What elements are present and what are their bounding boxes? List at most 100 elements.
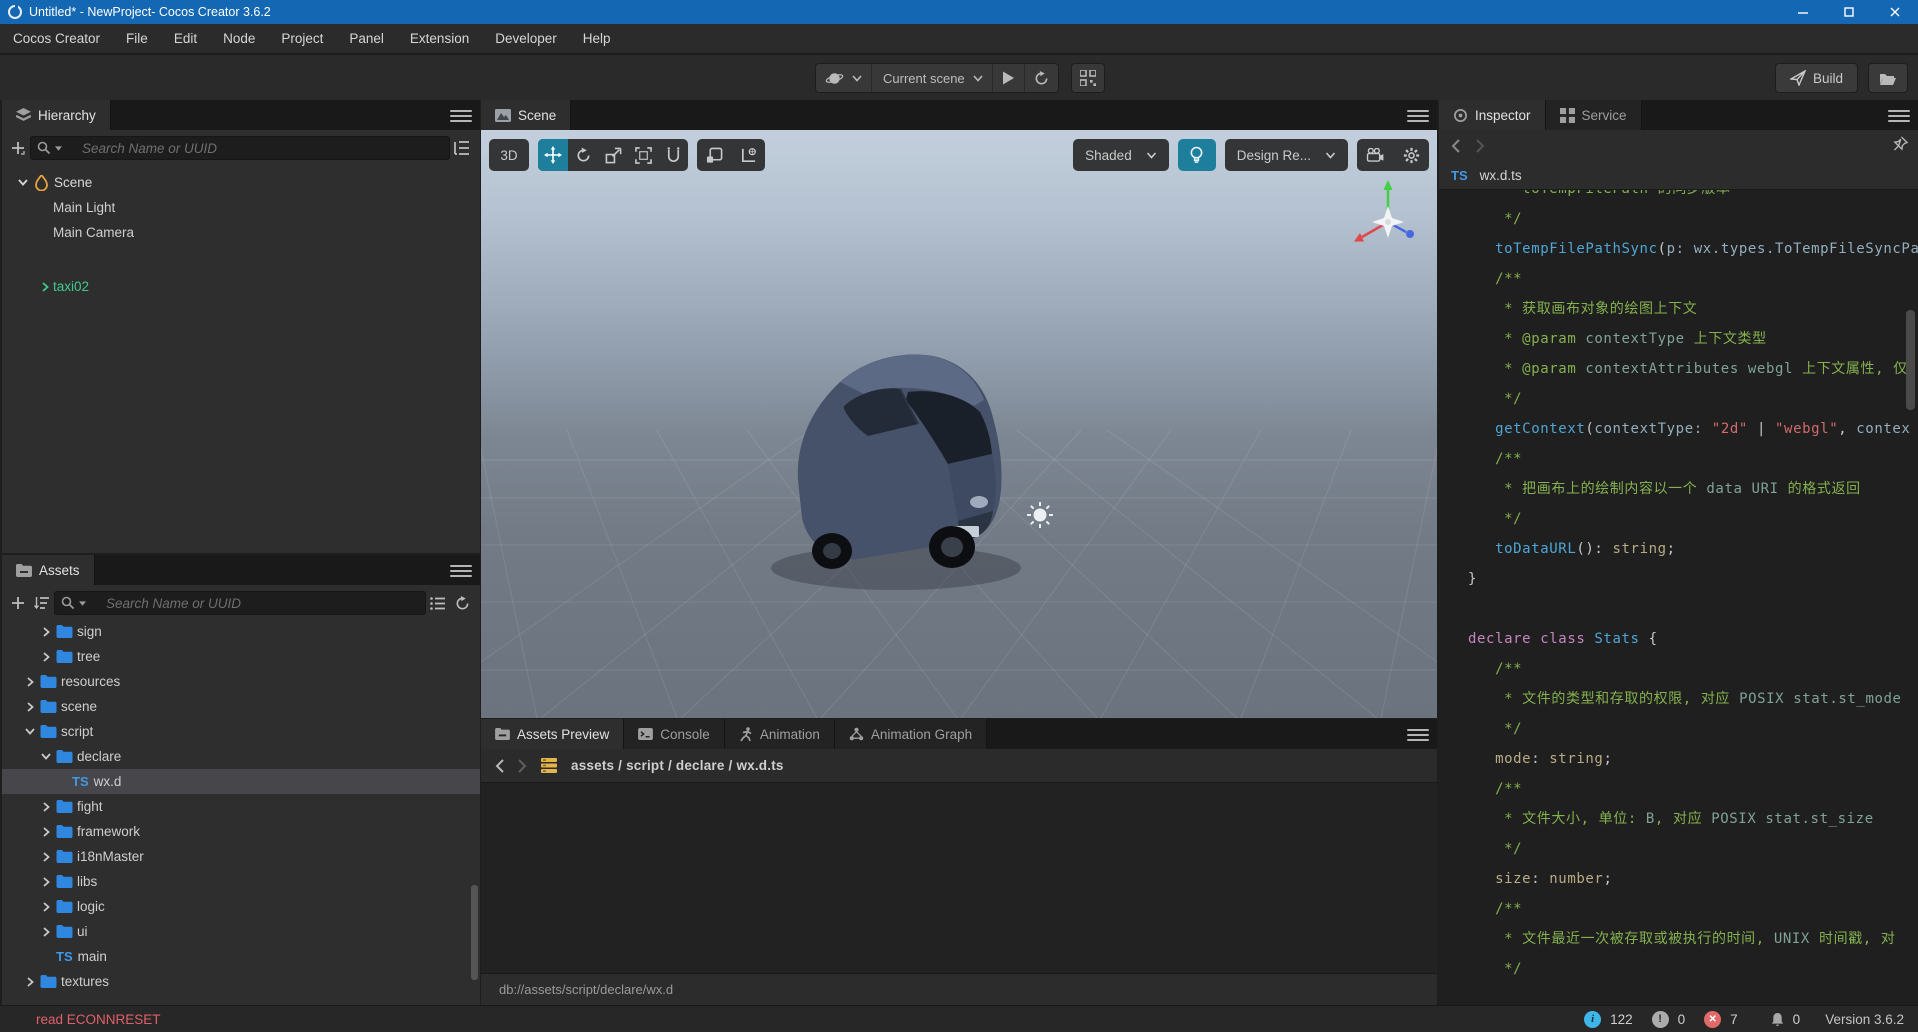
asset-framework[interactable]: framework (2, 819, 480, 844)
asset-libs[interactable]: libs (2, 869, 480, 894)
chevron-right-icon[interactable] (43, 652, 50, 662)
assets-list-view-button[interactable] (426, 597, 450, 610)
refresh-assets-button[interactable] (450, 596, 474, 611)
chevron-down-icon[interactable] (25, 728, 35, 735)
asset-scene[interactable]: scene (2, 694, 480, 719)
assets-scrollbar[interactable] (471, 885, 478, 980)
chevron-right-icon[interactable] (43, 927, 50, 937)
tab-animation[interactable]: Animation (725, 719, 835, 749)
scene-settings-button[interactable] (1393, 139, 1429, 171)
scene-light-toggle-button[interactable] (1178, 139, 1216, 171)
hierarchy-node-taxi02[interactable]: taxi02 (2, 274, 480, 299)
menu-panel[interactable]: Panel (336, 31, 397, 46)
rotate-tool-button[interactable] (568, 139, 598, 171)
chevron-down-icon[interactable] (41, 753, 51, 760)
scene-select[interactable]: Current scene (872, 64, 993, 92)
inspector-forward-button[interactable] (1476, 139, 1485, 153)
chevron-right-icon[interactable] (27, 677, 34, 687)
scene-viewport[interactable]: 3D (481, 130, 1437, 718)
tab-scene[interactable]: Scene (481, 100, 571, 130)
refresh-scene-button[interactable] (1025, 64, 1058, 92)
build-button[interactable]: Build (1775, 63, 1858, 93)
play-button[interactable] (993, 64, 1025, 92)
chevron-right-icon[interactable] (43, 627, 50, 637)
asset-i18nmaster[interactable]: i18nMaster (2, 844, 480, 869)
inspector-menu-button[interactable] (1888, 107, 1910, 123)
hierarchy-menu-button[interactable] (450, 107, 472, 123)
pin-icon[interactable] (1893, 136, 1908, 151)
menu-project[interactable]: Project (268, 31, 336, 46)
chevron-right-icon[interactable] (27, 702, 34, 712)
tab-inspector[interactable]: Inspector (1439, 100, 1546, 130)
chevron-right-icon[interactable] (43, 852, 50, 862)
hierarchy-expand-toggle-button[interactable] (450, 141, 474, 155)
scene-camera-button[interactable] (1357, 139, 1393, 171)
error-icon[interactable]: ✕ (1704, 1011, 1721, 1028)
orientation-gizmo[interactable] (1354, 180, 1414, 242)
light-gizmo[interactable] (1027, 502, 1053, 528)
shading-mode-select[interactable]: Shaded (1073, 139, 1169, 171)
chevron-right-icon[interactable] (27, 977, 34, 987)
minimize-button[interactable] (1780, 0, 1826, 24)
menu-help[interactable]: Help (570, 31, 624, 46)
inspector-back-button[interactable] (1451, 139, 1460, 153)
tab-assets[interactable]: Assets (2, 555, 95, 585)
menu-edit[interactable]: Edit (161, 31, 210, 46)
chevron-right-icon[interactable] (43, 827, 50, 837)
asset-script[interactable]: script (2, 719, 480, 744)
asset-logic[interactable]: logic (2, 894, 480, 919)
menu-file[interactable]: File (113, 31, 161, 46)
hierarchy-node-scene[interactable]: Scene (2, 170, 480, 195)
chevron-right-icon[interactable] (43, 802, 50, 812)
hierarchy-node-main-camera[interactable]: Main Camera (2, 220, 480, 245)
move-tool-button[interactable] (538, 139, 568, 171)
breadcrumb-back-button[interactable] (495, 759, 504, 773)
asset-fight[interactable]: fight (2, 794, 480, 819)
asset-resources[interactable]: resources (2, 669, 480, 694)
chevron-down-icon[interactable] (18, 179, 28, 186)
menu-node[interactable]: Node (210, 31, 268, 46)
tab-console[interactable]: Console (624, 719, 725, 749)
hierarchy-search-input[interactable]: Search Name or UUID (30, 136, 450, 160)
chevron-right-icon[interactable] (43, 902, 50, 912)
assets-menu-button[interactable] (450, 562, 472, 578)
create-asset-button[interactable] (6, 596, 30, 610)
asset-wx.d[interactable]: TSwx.d (2, 769, 480, 794)
menu-developer[interactable]: Developer (482, 31, 570, 46)
bottom-panel-menu-button[interactable] (1407, 726, 1429, 742)
create-node-button[interactable] (6, 141, 30, 155)
car-model-taxi02[interactable] (771, 354, 1021, 590)
asset-declare[interactable]: declare (2, 744, 480, 769)
tab-animation-graph[interactable]: Animation Graph (835, 719, 987, 749)
chevron-right-icon[interactable] (43, 877, 50, 887)
sort-assets-button[interactable] (30, 596, 54, 610)
tab-service[interactable]: Service (1546, 100, 1642, 130)
design-resolution-select[interactable]: Design Re... (1225, 139, 1348, 171)
tab-assets-preview[interactable]: Assets Preview (481, 719, 624, 749)
open-project-folder-button[interactable] (1868, 63, 1908, 93)
hierarchy-node-main-light[interactable]: Main Light (2, 195, 480, 220)
asset-main[interactable]: TSmain (2, 944, 480, 969)
gizmo-tool-button[interactable] (658, 139, 688, 171)
toggle-3d-button[interactable]: 3D (489, 139, 529, 171)
tab-hierarchy[interactable]: Hierarchy (2, 100, 111, 130)
coordinate-toggle-button[interactable] (731, 139, 765, 171)
assets-search-input[interactable]: Search Name or UUID (54, 591, 426, 615)
platform-select[interactable] (816, 64, 872, 92)
asset-sign[interactable]: sign (2, 619, 480, 644)
scale-tool-button[interactable] (598, 139, 628, 171)
close-button[interactable] (1872, 0, 1918, 24)
warning-icon[interactable]: ! (1652, 1011, 1669, 1028)
maximize-button[interactable] (1826, 0, 1872, 24)
asset-ui[interactable]: ui (2, 919, 480, 944)
info-icon[interactable]: i (1584, 1011, 1601, 1028)
bell-icon[interactable] (1771, 1012, 1784, 1027)
code-view[interactable]: toTempFilePath 的同步版本 */ toTempFilePathSy… (1439, 190, 1918, 1005)
breadcrumb-forward-button[interactable] (518, 759, 527, 773)
asset-tree[interactable]: tree (2, 644, 480, 669)
menu-cocos-creator[interactable]: Cocos Creator (0, 31, 113, 46)
preview-qrcode-button[interactable] (1071, 63, 1105, 93)
menu-extension[interactable]: Extension (397, 31, 482, 46)
asset-textures[interactable]: textures (2, 969, 480, 994)
pivot-toggle-button[interactable] (697, 139, 731, 171)
